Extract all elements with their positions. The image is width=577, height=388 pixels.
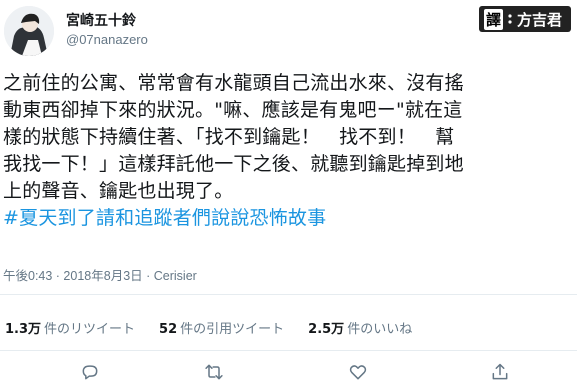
tweet-line: 之前住的公寓、常常會有水龍頭自己流出水來、沒有搖 bbox=[3, 72, 464, 94]
likes-label: 件のいいね bbox=[347, 322, 413, 337]
tweet-stats: 1.3万 件のリツイート 52 件の引用ツイート 2.5万 件のいいね bbox=[5, 318, 412, 337]
tweet-line: 動東西卻掉下來的狀況。"嘛、應該是有鬼吧ー"就在這 bbox=[3, 99, 463, 121]
retweets-label: 件のリツイート bbox=[44, 322, 136, 337]
hashtag-link[interactable]: #夏天到了請和追蹤者們說說恐怖故事 bbox=[3, 205, 575, 232]
quotes-label: 件の引用ツイート bbox=[180, 322, 285, 337]
quotes-count: 52 bbox=[159, 322, 178, 337]
user-handle[interactable]: @07nanazero bbox=[66, 32, 148, 47]
quotes-stat[interactable]: 52 件の引用ツイート bbox=[159, 318, 284, 337]
reply-icon[interactable] bbox=[80, 362, 100, 382]
tweet-line: 上的聲音、鑰匙也出現了。 bbox=[3, 180, 234, 202]
likes-count: 2.5万 bbox=[308, 322, 345, 337]
tweet-line: 樣的狀態下持續住著、「找不到鑰匙！ 找不到！ 幫 bbox=[3, 126, 455, 148]
retweet-icon[interactable] bbox=[204, 362, 224, 382]
tweet-actions bbox=[0, 362, 577, 384]
share-icon[interactable] bbox=[490, 362, 510, 382]
avatar-image bbox=[4, 6, 54, 56]
divider bbox=[0, 294, 577, 295]
divider bbox=[0, 350, 577, 351]
avatar[interactable] bbox=[4, 6, 54, 56]
tweet-line: 我找一下！」這樣拜託他一下之後、就聽到鑰匙掉到地 bbox=[3, 153, 464, 175]
retweets-count: 1.3万 bbox=[5, 322, 42, 337]
retweets-stat[interactable]: 1.3万 件のリツイート bbox=[5, 318, 135, 337]
translator-badge: 譯 方吉君 bbox=[479, 6, 571, 32]
display-name[interactable]: 宮崎五十鈴 bbox=[66, 10, 136, 30]
tweet-text: 之前住的公寓、常常會有水龍頭自己流出水來、沒有搖 動東西卻掉下來的狀況。"嘛、應… bbox=[3, 70, 575, 232]
tweet-header: 宮崎五十鈴 @07nanazero 譯 方吉君 bbox=[0, 0, 577, 64]
translator-badge-mark: 譯 bbox=[484, 8, 504, 30]
colon-icon bbox=[508, 14, 512, 24]
tweet-timestamp[interactable]: 午後0:43 · 2018年8月3日 · Cerisier bbox=[3, 265, 197, 284]
likes-stat[interactable]: 2.5万 件のいいね bbox=[308, 318, 412, 337]
translator-name: 方吉君 bbox=[517, 10, 563, 29]
heart-icon[interactable] bbox=[348, 362, 368, 382]
